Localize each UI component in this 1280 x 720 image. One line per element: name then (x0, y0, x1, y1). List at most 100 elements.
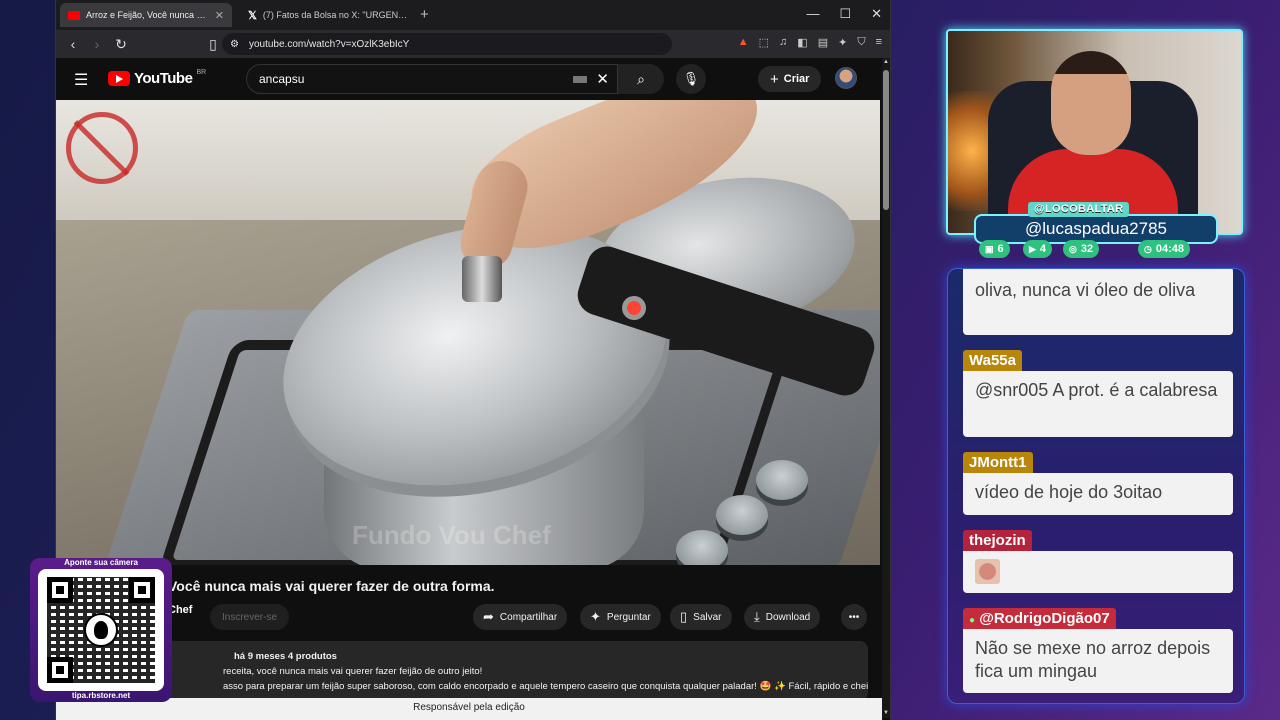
chat-username: JMontt1 (963, 452, 1033, 473)
search-value: ancapsu (259, 72, 305, 86)
save-label: Salvar (693, 611, 722, 623)
avatar[interactable] (835, 67, 857, 89)
video-scene (756, 460, 808, 500)
plus-icon: + (770, 70, 779, 88)
close-window-icon[interactable]: ✕ (871, 6, 882, 22)
minimize-icon[interactable]: — (806, 6, 819, 22)
forward-icon[interactable]: › (86, 36, 108, 52)
webcam-scene (1051, 51, 1131, 155)
youtube-logo[interactable]: YouTube BR (108, 69, 207, 87)
wallet-icon[interactable]: ▤ (818, 36, 828, 49)
chat-message-text: oliva, nunca vi óleo de oliva (963, 269, 1233, 335)
scroll-thumb[interactable] (883, 70, 889, 210)
more-actions-button[interactable]: ••• (841, 604, 867, 630)
extensions-icon[interactable]: ⬚ (759, 36, 769, 49)
subscribe-button[interactable]: Inscrever-se (210, 604, 290, 630)
chat-username-text: @RodrigoDigão07 (979, 610, 1110, 627)
back-icon[interactable]: ‹ (62, 36, 84, 52)
mic-icon: 🎙 (682, 71, 700, 86)
tab-title: Arroz e Feijão, Você nunca mais vai (86, 10, 209, 20)
site-info-icon[interactable]: ⚙ (230, 39, 239, 50)
scroll-up-icon[interactable]: ▲ (882, 59, 890, 65)
toolbar-extensions: ▲ ⬚ ♫ ◧ ▤ ✦ ⛉ ≡ (738, 36, 882, 49)
page-scrollbar[interactable]: ▲ ▼ (882, 58, 890, 718)
tab-bar: Arroz e Feijão, Você nunca mais vai ✕ 𝕏 … (56, 0, 890, 30)
browser-window: Arroz e Feijão, Você nunca mais vai ✕ 𝕏 … (55, 0, 891, 720)
media-icon[interactable]: ♫ (779, 36, 787, 49)
more-icon: ••• (848, 611, 860, 623)
video-watermark: Fundo Vou Chef (352, 520, 551, 550)
search-icon: ⌕ (637, 70, 645, 87)
stat-value: 6 (997, 243, 1004, 255)
address-bar[interactable]: ⚙ youtube.com/watch?v=xOzlK3ebIcY (222, 33, 672, 55)
tab-youtube[interactable]: Arroz e Feijão, Você nunca mais vai ✕ (60, 3, 232, 27)
leo-icon[interactable]: ✦ (838, 36, 847, 49)
youtube-wordmark: YouTube (134, 70, 193, 87)
video-player[interactable]: Fundo Vou Chef (56, 100, 880, 565)
tab-x[interactable]: 𝕏 (7) Fatos da Bolsa no X: "URGENTE: Aca… (240, 3, 416, 27)
video-title: Você nunca mais vai querer fazer de outr… (168, 578, 495, 594)
close-icon[interactable]: ✕ (215, 9, 224, 22)
ask-button[interactable]: ✦ Perguntar (580, 604, 661, 630)
vpn-icon[interactable]: ⛉ (857, 36, 865, 49)
download-label: Download (765, 611, 811, 623)
chat-message-text: vídeo de hoje do 3oitao (963, 473, 1233, 515)
stat-clock: ◷ 04:48 (1138, 240, 1190, 258)
qr-caption: Aponte sua câmera (64, 558, 138, 567)
description-box[interactable]: há 9 meses 4 produtos receita, você nunc… (156, 641, 868, 701)
ask-label: Perguntar (606, 611, 651, 623)
emote-icon (975, 559, 1000, 584)
create-button[interactable]: + Criar (758, 66, 822, 92)
stat-value: 04:48 (1155, 243, 1184, 255)
url-text: youtube.com/watch?v=xOzlK3ebIcY (248, 38, 410, 50)
chat-username: Wa55a (963, 350, 1022, 371)
description-line: receita, você nunca mais vai querer faze… (223, 666, 483, 677)
youtube-header: ☰ YouTube BR ancapsu ✕ ⌕ 🎙 + Criar (56, 58, 884, 100)
hamburger-menu-icon[interactable]: ☰ (74, 70, 88, 90)
window-controls: — ☐ ✕ (806, 6, 882, 22)
country-code: BR (196, 69, 207, 76)
keyboard-icon[interactable] (573, 76, 587, 83)
qr-finder (47, 577, 73, 603)
qr-code (38, 569, 164, 691)
maximize-icon[interactable]: ☐ (839, 6, 851, 22)
tip-icon: ◎ (1069, 243, 1077, 254)
reload-icon[interactable]: ↻ (110, 36, 132, 53)
new-tab-icon[interactable]: + (420, 6, 429, 23)
stat-youtube: ▶ 4 (1023, 240, 1053, 258)
share-button[interactable]: ➦ Compartilhar (473, 604, 568, 630)
tab-title: (7) Fatos da Bolsa no X: "URGENTE: Acabo… (262, 10, 408, 20)
edit-footer: Responsável pela edição (56, 698, 882, 720)
video-scene (716, 495, 768, 535)
bookmark-icon: ▯ (680, 609, 688, 624)
stat-value: 32 (1080, 243, 1094, 255)
brave-shield-icon[interactable]: ▲ (738, 36, 749, 49)
share-label: Compartilhar (499, 611, 558, 623)
qr-finder (47, 657, 73, 683)
sparkle-icon: ✦ (590, 609, 601, 624)
browser-toolbar: ‹ › ↻ ▯ ⚙ youtube.com/watch?v=xOzlK3ebIc… (56, 30, 890, 58)
video-scene (462, 256, 502, 302)
chat-message-text: Não se mexe no arroz depois fica um ming… (963, 629, 1233, 693)
description-line: asso para preparar um feijão super sabor… (223, 681, 868, 692)
youtube-icon: ▶ (1029, 243, 1036, 254)
download-icon: ⤓ (754, 609, 760, 624)
stat-value: 4 (1039, 243, 1047, 255)
clock-icon: ◷ (1144, 243, 1152, 254)
qr-url: tipa.rbstore.net (71, 691, 131, 700)
stat-tips: ◎ 32 (1063, 240, 1100, 258)
save-button[interactable]: ▯ Salvar (670, 604, 732, 630)
chat-username: ● @RodrigoDigão07 (963, 608, 1116, 629)
clear-search-icon[interactable]: ✕ (596, 70, 609, 88)
menu-icon[interactable]: ≡ (876, 36, 882, 49)
search-button[interactable]: ⌕ (618, 64, 664, 94)
youtube-favicon-icon (68, 10, 80, 20)
scroll-down-icon[interactable]: ▼ (882, 710, 890, 716)
bookmark-icon[interactable]: ▯ (202, 36, 224, 53)
search-input[interactable]: ancapsu ✕ (246, 64, 618, 94)
qr-logo-icon (84, 613, 118, 647)
youtube-play-icon (108, 71, 130, 86)
voice-search-button[interactable]: 🎙 (676, 64, 706, 94)
sidebar-icon[interactable]: ◧ (797, 36, 807, 49)
download-button[interactable]: ⤓ Download (744, 604, 821, 630)
